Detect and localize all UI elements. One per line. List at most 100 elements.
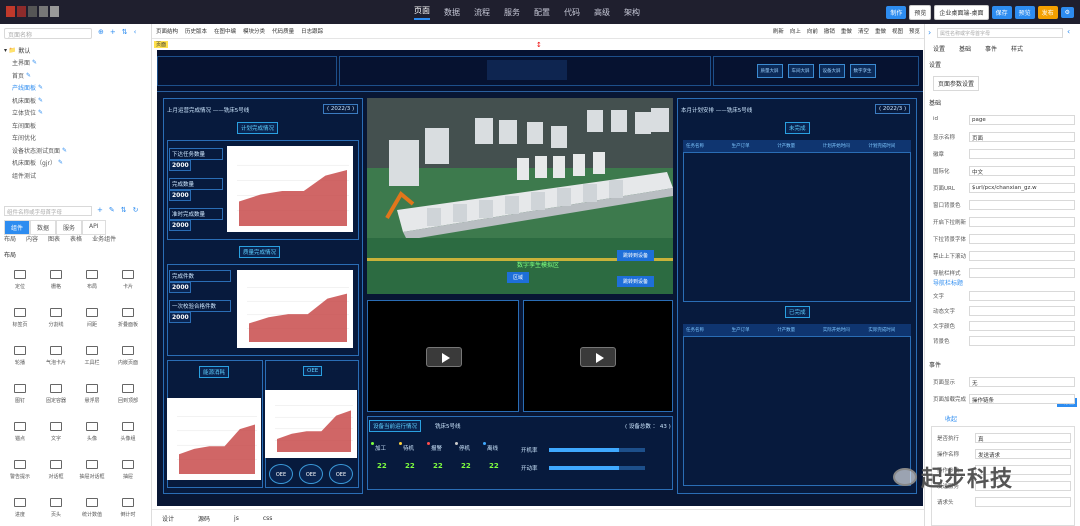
toolbar-item[interactable]: 日志跟踪 xyxy=(301,27,323,35)
component-item[interactable]: 头像组 xyxy=(110,416,146,448)
toolbar-item[interactable]: 在图中编 xyxy=(214,27,236,35)
save-button[interactable]: 保存 xyxy=(991,6,1012,19)
header-nav-button[interactable]: 质量大屏 xyxy=(756,64,783,78)
edit-icon[interactable]: ✎ xyxy=(32,59,37,66)
top-nav-item[interactable]: 配置 xyxy=(534,7,550,18)
component-tab[interactable]: API xyxy=(82,220,106,235)
top-nav-item[interactable]: 代码 xyxy=(564,7,580,18)
toolbar-action[interactable]: 向上 xyxy=(790,27,801,35)
event-prop-input[interactable]: 发送请求 xyxy=(975,449,1071,459)
page-tree-item[interactable]: 首页 ✎ xyxy=(0,69,150,82)
component-item[interactable]: 对话框 xyxy=(38,454,74,486)
component-tab[interactable]: 服务 xyxy=(56,220,83,235)
component-item[interactable]: 倒计时 xyxy=(110,492,146,524)
editor-tab[interactable]: css xyxy=(263,515,273,522)
top-nav-item[interactable]: 页面 xyxy=(414,5,430,20)
page-tree-item[interactable]: 立体货位 ✎ xyxy=(0,107,150,120)
preview-button[interactable]: 预览 xyxy=(1014,6,1035,19)
property-input[interactable]: $url/pcx/chanxian_gz.w xyxy=(969,183,1075,193)
top-nav-item[interactable]: 流程 xyxy=(474,7,490,18)
collapse-link[interactable]: 收起 xyxy=(945,414,957,423)
component-item[interactable]: 轮播 xyxy=(2,340,38,372)
wrench-icon[interactable]: ✎ xyxy=(109,206,115,214)
nav-title-link[interactable]: 导航栏标题 xyxy=(933,278,963,287)
jump-device-button-2[interactable]: 跳转到设备 xyxy=(617,276,655,287)
toolbar-action[interactable]: 撤销 xyxy=(824,27,835,35)
component-item[interactable]: 定位 xyxy=(2,264,38,296)
toolbar-item[interactable]: 代码质量 xyxy=(272,27,294,35)
video-player-1[interactable] xyxy=(367,300,519,412)
component-item[interactable]: 卡片 xyxy=(110,264,146,296)
page-search-input[interactable]: 页面名称 xyxy=(4,28,92,39)
editor-tab[interactable]: 源码 xyxy=(198,514,210,523)
property-input[interactable]: 页面 xyxy=(969,132,1075,142)
toolbar-action[interactable]: 重做 xyxy=(875,27,886,35)
dashboard-stage[interactable]: 质量大屏 车间大屏 设备大屏 数字孪生 上月运营完成情况 ——铣床5号线 ( 2022… xyxy=(157,50,923,506)
property-input[interactable] xyxy=(969,149,1075,159)
preview-toggle-button[interactable]: 预览 xyxy=(909,5,932,20)
add-icon[interactable]: + xyxy=(97,206,103,214)
component-item[interactable]: 页头 xyxy=(38,492,74,524)
component-item[interactable]: 悬浮层 xyxy=(74,378,110,410)
collapse-icon[interactable]: ‹ xyxy=(134,28,137,36)
component-item[interactable]: 抽屉对话框 xyxy=(74,454,110,486)
component-item[interactable]: 栅格 xyxy=(38,264,74,296)
toolbar-item[interactable]: 页面结构 xyxy=(156,27,178,35)
component-item[interactable]: 气泡卡片 xyxy=(38,340,74,372)
component-item[interactable]: 锚点 xyxy=(2,416,38,448)
edit-icon[interactable]: ✎ xyxy=(38,109,43,116)
publish-button[interactable]: 发布 xyxy=(1037,6,1058,19)
property-input[interactable] xyxy=(969,321,1075,331)
header-nav-button[interactable]: 设备大屏 xyxy=(818,64,845,78)
component-item[interactable]: 抽屉 xyxy=(110,454,146,486)
property-input[interactable] xyxy=(969,268,1075,278)
sort-icon[interactable]: ⇅ xyxy=(121,206,127,214)
toolbar-item[interactable]: 历史版本 xyxy=(185,27,207,35)
component-item[interactable]: 进度 xyxy=(2,492,38,524)
header-nav-button[interactable]: 车间大屏 xyxy=(787,64,814,78)
expand-icon[interactable]: ‹ xyxy=(1067,27,1070,36)
collapse-right-icon[interactable]: › xyxy=(928,28,931,37)
property-input[interactable] xyxy=(969,291,1075,301)
toolbar-item[interactable]: 模块分类 xyxy=(243,27,265,35)
page-tree-item[interactable]: ▾ 📁 默认 xyxy=(0,44,150,57)
property-tab[interactable]: 设置 xyxy=(933,44,945,53)
digital-twin-scene[interactable]: 数字孪生模拟区 跳转到设备 跳转到设备 区域 xyxy=(367,98,673,294)
area-button[interactable]: 区域 xyxy=(507,272,530,283)
category-tab[interactable]: 内容 xyxy=(26,234,38,243)
page-chip[interactable]: 页面 xyxy=(154,41,169,48)
environment-select[interactable]: 企业桌面端-桌面 xyxy=(934,5,989,20)
header-nav-button[interactable]: 数字孪生 xyxy=(849,64,876,78)
property-input[interactable] xyxy=(969,251,1075,261)
page-tree-item[interactable]: 设备状态测试页面 ✎ xyxy=(0,144,150,157)
video-player-2[interactable] xyxy=(523,300,673,412)
settings-icon[interactable]: ⚙ xyxy=(1060,7,1074,18)
page-tree-item[interactable]: 主界面 ✎ xyxy=(0,57,150,70)
component-search-input[interactable]: 组件名称或字母首字母 xyxy=(4,206,92,216)
refresh-icon[interactable]: ↻ xyxy=(133,206,139,214)
category-tab[interactable]: 布局 xyxy=(4,234,16,243)
property-input[interactable]: page xyxy=(969,115,1075,125)
editor-tab[interactable]: 设计 xyxy=(162,514,174,523)
toolbar-action[interactable]: 视图 xyxy=(892,27,903,35)
property-tab[interactable]: 事件 xyxy=(985,44,997,53)
component-item[interactable]: 标签页 xyxy=(2,302,38,334)
toolbar-action[interactable]: 向前 xyxy=(807,27,818,35)
edit-icon[interactable]: ✎ xyxy=(26,72,31,79)
event-prop-input[interactable]: 真 xyxy=(975,433,1071,443)
jump-device-button-1[interactable]: 跳转到设备 xyxy=(617,250,655,261)
toolbar-action[interactable]: 重做 xyxy=(841,27,852,35)
edit-icon[interactable]: ✎ xyxy=(62,147,67,154)
toolbar-action[interactable]: 刷新 xyxy=(773,27,784,35)
property-input[interactable]: 中文 xyxy=(969,166,1075,176)
property-input[interactable]: 操作链条 xyxy=(969,394,1075,404)
make-button[interactable]: 制作 xyxy=(886,6,907,19)
component-item[interactable]: 布局 xyxy=(74,264,110,296)
top-nav-item[interactable]: 高级 xyxy=(594,7,610,18)
category-tab[interactable]: 表格 xyxy=(70,234,82,243)
page-tree-item[interactable]: 机床面板（gjr） ✎ xyxy=(0,157,150,170)
property-search-input[interactable]: 属性名称或字母首字母 xyxy=(937,28,1063,38)
component-tab[interactable]: 组件 xyxy=(4,220,31,235)
category-tab[interactable]: 图表 xyxy=(48,234,60,243)
page-tree-item[interactable]: 产线面板 ✎ xyxy=(0,82,150,95)
